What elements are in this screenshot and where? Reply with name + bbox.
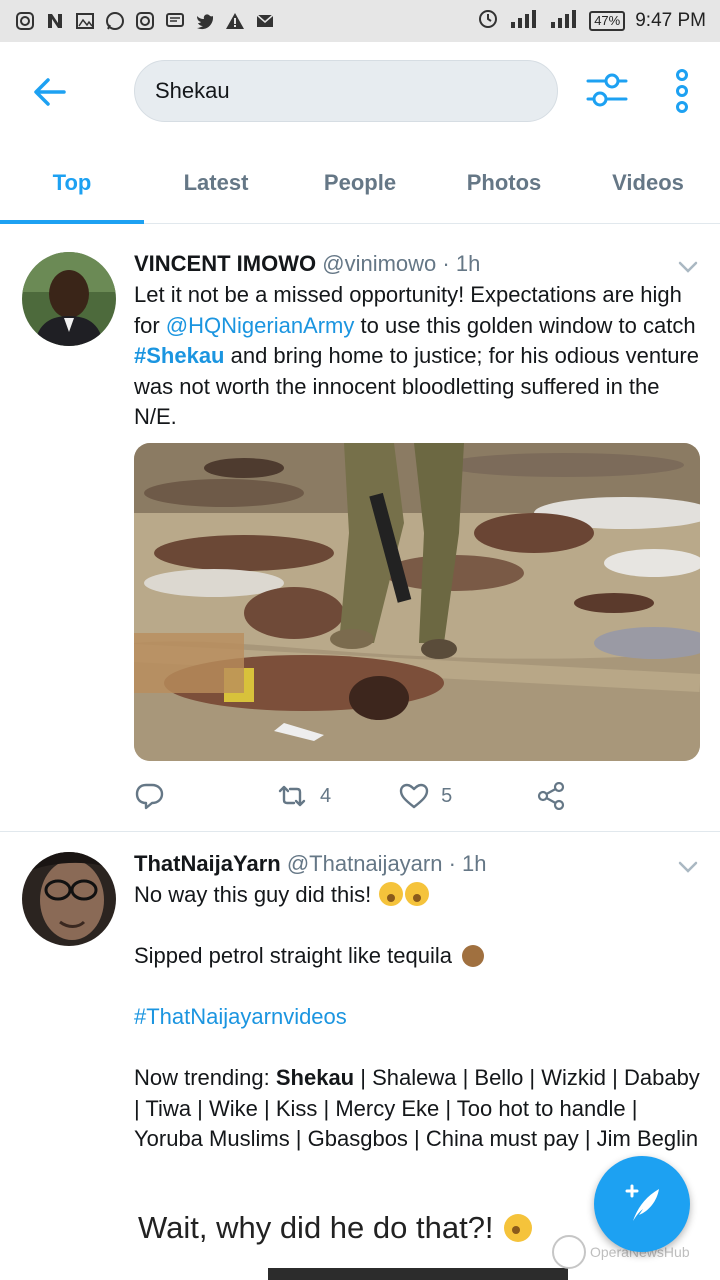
- tweet-time: · 1h: [448, 851, 487, 876]
- tweet-line: Now trending: Shekau | Shalewa | Bello |…: [134, 1063, 700, 1155]
- watermark-logo-icon: [552, 1235, 586, 1269]
- heart-icon: [399, 783, 429, 809]
- mention-link[interactable]: @HQNigerianArmy: [166, 313, 355, 338]
- search-query: Shekau: [155, 78, 230, 103]
- like-count: 5: [441, 784, 453, 807]
- author-handle[interactable]: @Thatnaijayarn: [287, 851, 443, 876]
- search-header: Shekau: [0, 42, 720, 142]
- tweet-line: Sipped petrol straight like tequila: [134, 941, 700, 972]
- tweet-header: VINCENT IMOWO @vinimowo · 1h: [134, 249, 700, 279]
- message-icon: [164, 10, 186, 32]
- screaming-face-emoji-icon: [379, 882, 404, 906]
- status-bar: 47% 9:47 PM: [0, 0, 720, 42]
- hashtag-link[interactable]: #Shekau: [134, 343, 225, 368]
- tweet-text: Let it not be a missed opportunity! Expe…: [134, 280, 700, 433]
- feather-plus-icon: [625, 1184, 659, 1221]
- instagram-icon: [14, 10, 36, 32]
- search-tabs: Top Latest People Photos Videos: [0, 142, 720, 224]
- tab-top[interactable]: Top: [0, 142, 144, 224]
- see-no-evil-monkey-emoji-icon: [462, 945, 485, 967]
- like-button[interactable]: 5: [399, 783, 452, 809]
- tweet-text-part: Now trending:: [134, 1065, 276, 1090]
- retweet-icon: [278, 785, 306, 807]
- tweet-text: No way this guy did this! Sipped petrol …: [134, 880, 700, 1155]
- tab-videos[interactable]: Videos: [576, 142, 720, 223]
- video-preview-thumbnail[interactable]: [268, 1268, 568, 1280]
- avatar[interactable]: [22, 852, 116, 946]
- tweet-header: ThatNaijaYarn @Thatnaijayarn · 1h: [134, 849, 700, 879]
- instagram-icon: [134, 10, 156, 32]
- reply-button[interactable]: [134, 782, 164, 810]
- flushed-face-emoji-icon: [504, 1214, 533, 1242]
- tab-people[interactable]: People: [288, 142, 432, 223]
- tweet-content: ThatNaijaYarn @Thatnaijayarn · 1h No way…: [134, 849, 700, 1155]
- n-app-icon: [44, 10, 66, 32]
- chevron-down-icon[interactable]: [678, 260, 698, 274]
- vertical-dots-icon: [676, 69, 688, 113]
- back-button[interactable]: [30, 74, 70, 110]
- signal-hplus-icon: [549, 8, 579, 34]
- tab-latest[interactable]: Latest: [144, 142, 288, 223]
- whatsapp-icon: [104, 10, 126, 32]
- author-name[interactable]: ThatNaijaYarn: [134, 851, 281, 876]
- video-preview-caption: Wait, why did he do that?!: [138, 1210, 533, 1246]
- avatar[interactable]: [22, 252, 116, 346]
- compose-tweet-button[interactable]: [594, 1156, 690, 1252]
- tweet-actions: 4 5: [134, 776, 614, 816]
- reply-icon: [135, 783, 164, 810]
- preview-caption-text: Wait, why did he do that?!: [138, 1210, 494, 1245]
- tweet-photo[interactable]: [134, 443, 700, 761]
- tab-photos[interactable]: Photos: [432, 142, 576, 223]
- system-status: 47% 9:47 PM: [477, 7, 706, 35]
- tweet-content: VINCENT IMOWO @vinimowo · 1h Let it not …: [134, 249, 700, 433]
- retweet-button[interactable]: 4: [276, 784, 331, 808]
- tweet-text-part: Sipped petrol straight like tequila: [134, 943, 452, 968]
- search-filter-button[interactable]: [584, 70, 630, 110]
- tweet-line: No way this guy did this!: [134, 880, 700, 911]
- battery-indicator: 47%: [589, 11, 626, 31]
- sliders-icon: [586, 73, 628, 107]
- notification-icons: [14, 10, 276, 32]
- tweet-text-part: No way this guy did this!: [134, 882, 372, 907]
- screaming-face-emoji-icon: [405, 882, 430, 906]
- share-button[interactable]: [536, 782, 566, 810]
- share-icon: [538, 782, 565, 810]
- clock: 9:47 PM: [635, 10, 706, 31]
- tweet-text-part: to use this golden window to catch: [354, 312, 696, 338]
- retweet-count: 4: [320, 784, 332, 807]
- mail-icon: [254, 10, 276, 32]
- chevron-down-icon[interactable]: [678, 860, 698, 874]
- author-handle[interactable]: @vinimowo: [322, 251, 436, 276]
- warning-icon: [224, 10, 246, 32]
- tweet-time: · 1h: [442, 251, 481, 276]
- twitter-icon: [194, 10, 216, 32]
- tweet[interactable]: VINCENT IMOWO @vinimowo · 1h Let it not …: [0, 232, 720, 832]
- hashtag-link[interactable]: #ThatNaijayarnvideos: [134, 1004, 347, 1029]
- tweet-line: #ThatNaijayarnvideos: [134, 1002, 700, 1033]
- alarm-icon: [477, 7, 499, 35]
- arrow-left-icon: [34, 78, 66, 106]
- more-options-button[interactable]: [670, 68, 694, 114]
- tweet-text-bold: Shekau: [275, 1065, 355, 1090]
- signal-icon: [509, 8, 539, 34]
- author-name[interactable]: VINCENT IMOWO: [134, 251, 316, 276]
- search-input[interactable]: Shekau: [134, 60, 558, 122]
- gallery-icon: [74, 10, 96, 32]
